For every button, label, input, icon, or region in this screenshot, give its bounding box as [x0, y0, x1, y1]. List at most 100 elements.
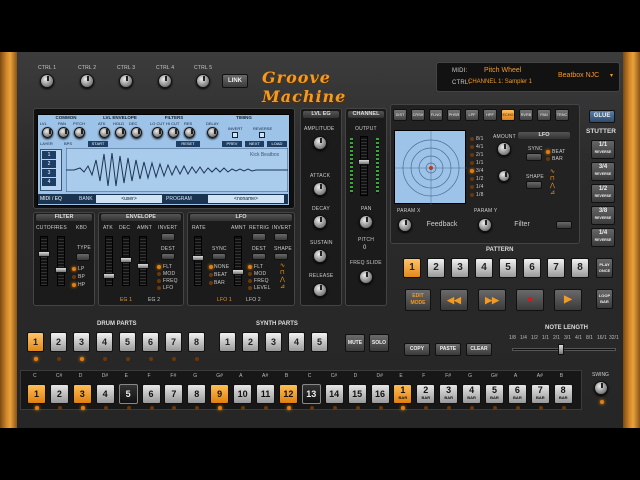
- bar-step-3-button[interactable]: 3 BAR: [439, 384, 459, 404]
- fx-tab-hpf[interactable]: HPF: [483, 109, 497, 121]
- pattern-6-button[interactable]: 6: [523, 258, 541, 278]
- paste-button[interactable]: PASTE: [435, 343, 461, 356]
- rewind-button[interactable]: ◀◀: [440, 289, 468, 311]
- lcd-lvl-knob[interactable]: [42, 127, 53, 138]
- step-12-button[interactable]: 12: [278, 384, 298, 404]
- pattern-1-button[interactable]: 1: [403, 258, 421, 278]
- stutter-1-4-button[interactable]: 1/4 REVERSE: [591, 228, 615, 247]
- load-button[interactable]: LOAD: [267, 141, 287, 147]
- xy-pad[interactable]: [394, 130, 467, 205]
- step-15-button[interactable]: 15: [347, 384, 367, 404]
- ctrl-5-knob[interactable]: [196, 74, 210, 88]
- output-fader[interactable]: [358, 136, 370, 196]
- drum-part-1[interactable]: 1: [27, 332, 44, 352]
- layer-4-button[interactable]: 4: [42, 178, 56, 186]
- lcd-dec-knob[interactable]: [131, 127, 142, 138]
- step-6-button[interactable]: 6: [141, 384, 161, 404]
- lfo1-selector[interactable]: LFO 1: [217, 297, 232, 303]
- next-button[interactable]: NEXT: [245, 141, 264, 147]
- fx-tab-dist[interactable]: DIST: [393, 109, 407, 121]
- lfo-sync-button[interactable]: [212, 253, 226, 260]
- fx-tab-phsr[interactable]: PHSR: [447, 109, 461, 121]
- lcd-res-knob[interactable]: [184, 127, 195, 138]
- env-atk-fader[interactable]: [103, 236, 115, 286]
- layer-2-button[interactable]: 2: [42, 160, 56, 168]
- ctrl-1-knob[interactable]: [40, 74, 54, 88]
- synth-part-1[interactable]: 1: [219, 332, 236, 352]
- step-16-button[interactable]: 16: [370, 384, 390, 404]
- invert-checkbox[interactable]: [232, 132, 238, 138]
- loop-bar-button[interactable]: LOOP BAR: [596, 289, 613, 309]
- bank-select[interactable]: <user>: [96, 195, 162, 203]
- fx-shape-button[interactable]: [526, 181, 542, 189]
- mute-button[interactable]: MUTE: [345, 334, 365, 352]
- fx-rate-1-8[interactable]: 1/8: [476, 192, 484, 198]
- lcd-pitch-knob[interactable]: [74, 127, 85, 138]
- step-2-button[interactable]: 2: [49, 384, 69, 404]
- reverse-checkbox[interactable]: [259, 132, 265, 138]
- ctrl-value[interactable]: CHANNEL 1: Sampler 1: [468, 79, 532, 85]
- lfo-dest-button[interactable]: [252, 253, 266, 260]
- note-length-slider-handle[interactable]: [558, 344, 564, 355]
- lcd-atk-knob[interactable]: [99, 127, 110, 138]
- drum-part-5[interactable]: 5: [119, 332, 136, 352]
- fx-tab-pan[interactable]: PAN: [537, 109, 551, 121]
- swing-knob[interactable]: [594, 381, 608, 395]
- step-1-button[interactable]: 1: [27, 384, 46, 404]
- solo-button[interactable]: SOLO: [369, 334, 389, 352]
- fx-lfo-knob[interactable]: [498, 170, 510, 182]
- amplitude-knob[interactable]: [313, 136, 327, 150]
- start-button[interactable]: START: [88, 141, 108, 147]
- step-4-button[interactable]: 4: [95, 384, 115, 404]
- lfo-retrig-button[interactable]: [252, 233, 266, 241]
- reset-button[interactable]: RESET: [176, 141, 200, 147]
- lfo2-selector[interactable]: LFO 2: [246, 297, 261, 303]
- synth-part-3[interactable]: 3: [265, 332, 282, 352]
- fast-forward-button[interactable]: ▶▶: [478, 289, 506, 311]
- bar-step-7-button[interactable]: 7 BAR: [530, 384, 550, 404]
- eg1-selector[interactable]: EG 1: [120, 297, 132, 303]
- attack-knob[interactable]: [313, 182, 327, 196]
- step-9-button[interactable]: 9: [210, 384, 230, 404]
- fx-tab-trnc[interactable]: TRNC: [555, 109, 569, 121]
- ctrl-3-knob[interactable]: [119, 74, 133, 88]
- record-button[interactable]: ●: [516, 289, 544, 311]
- pattern-7-button[interactable]: 7: [547, 258, 565, 278]
- lcd-hold-knob[interactable]: [115, 127, 126, 138]
- bar-step-1-button[interactable]: 1 BAR: [393, 384, 413, 404]
- lfo-amnt-fader[interactable]: [232, 236, 244, 286]
- play-once-button[interactable]: PLAY ONCE: [596, 258, 613, 278]
- drum-part-7[interactable]: 7: [165, 332, 182, 352]
- drum-part-3[interactable]: 3: [73, 332, 90, 352]
- synth-part-2[interactable]: 2: [242, 332, 259, 352]
- sustain-knob[interactable]: [313, 249, 327, 263]
- step-8-button[interactable]: 8: [187, 384, 207, 404]
- lcd-delay-knob[interactable]: [207, 127, 218, 138]
- fx-rate-3-4[interactable]: 3/4: [476, 168, 484, 174]
- synth-part-5[interactable]: 5: [311, 332, 328, 352]
- layer-3-button[interactable]: 3: [42, 169, 56, 177]
- step-11-button[interactable]: 11: [256, 384, 275, 404]
- lfo-shape-button[interactable]: [274, 253, 288, 260]
- release-knob[interactable]: [313, 283, 327, 297]
- step-10-button[interactable]: 10: [233, 384, 253, 404]
- stutter-3-8-button[interactable]: 3/8 REVERSE: [591, 206, 615, 225]
- drum-part-4[interactable]: 4: [96, 332, 113, 352]
- fx-rate-1-2[interactable]: 1/2: [476, 176, 484, 182]
- link-button[interactable]: LINK: [222, 74, 248, 88]
- fx-rate-1-4[interactable]: 1/4: [476, 184, 484, 190]
- stutter-1-2-button[interactable]: 1/2 REVERSE: [591, 184, 615, 203]
- fx-amount-knob[interactable]: [497, 142, 511, 156]
- lfo-invert-button[interactable]: [274, 233, 288, 241]
- filter-type-button[interactable]: [76, 253, 90, 261]
- lfo-rate-fader[interactable]: [192, 236, 204, 286]
- midi-eq-button[interactable]: MIDI / EQ: [40, 196, 62, 202]
- bar-step-4-button[interactable]: 4 BAR: [462, 384, 482, 404]
- fx-rate-2-1[interactable]: 2/1: [476, 152, 484, 158]
- filter-cutoff-fader[interactable]: [38, 236, 50, 286]
- decay-knob[interactable]: [313, 215, 327, 229]
- play-button[interactable]: ▶: [554, 289, 582, 311]
- fx-rate-1-1[interactable]: 1/1: [476, 160, 484, 166]
- note-length-slider[interactable]: [512, 348, 616, 351]
- clear-button[interactable]: CLEAR: [466, 343, 492, 356]
